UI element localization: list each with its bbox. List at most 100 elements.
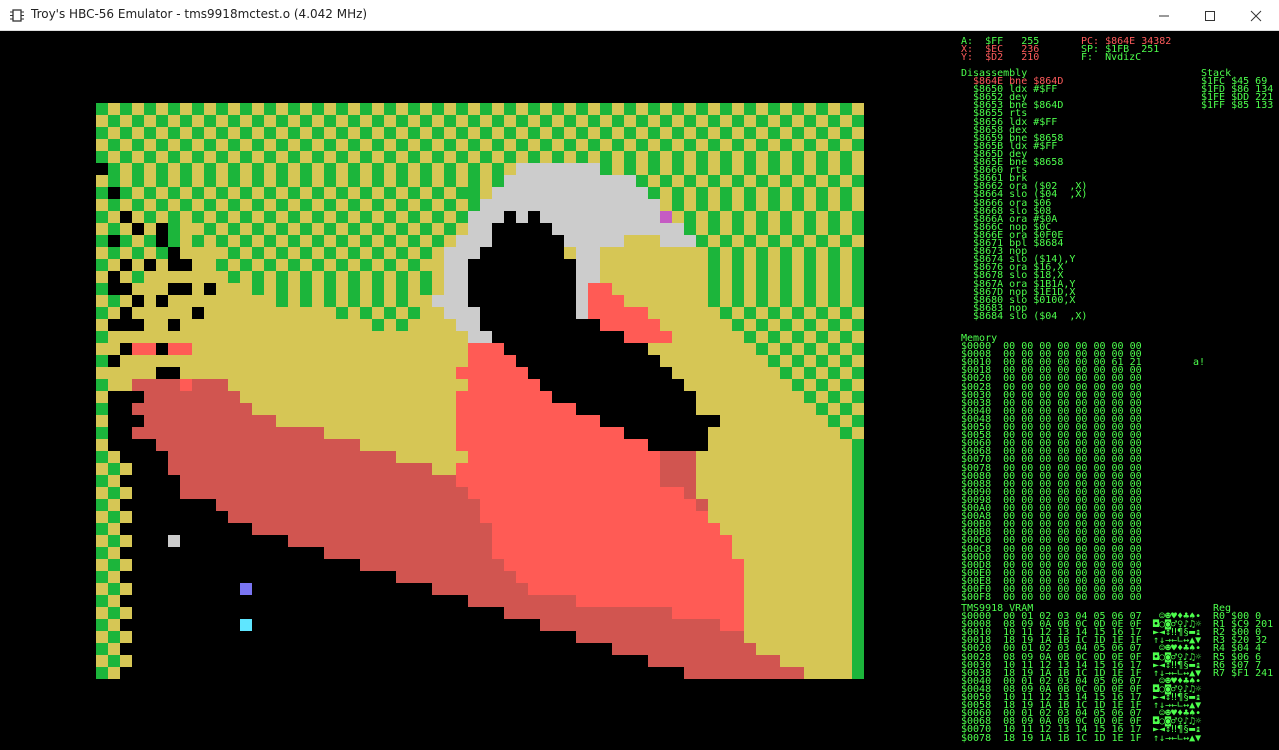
screen-block [156, 631, 168, 643]
screen-block [612, 439, 624, 451]
screen-block [576, 151, 588, 163]
screen-block [288, 199, 300, 211]
screen-block [288, 499, 300, 511]
screen-block [252, 571, 264, 583]
screen-block [132, 163, 144, 175]
tms9918-display[interactable] [96, 103, 864, 679]
screen-block [336, 463, 348, 475]
screen-block [732, 475, 744, 487]
screen-block [120, 199, 132, 211]
screen-block [204, 439, 216, 451]
screen-block [600, 523, 612, 535]
screen-block [132, 571, 144, 583]
screen-block [504, 619, 516, 631]
screen-block [612, 127, 624, 139]
screen-block [264, 475, 276, 487]
screen-block [660, 355, 672, 367]
screen-block [684, 307, 696, 319]
screen-block [108, 415, 120, 427]
screen-block [348, 547, 360, 559]
screen-block [600, 511, 612, 523]
maximize-button[interactable] [1187, 0, 1233, 31]
screen-block [696, 343, 708, 355]
screen-block [120, 139, 132, 151]
screen-block [252, 643, 264, 655]
screen-block [648, 487, 660, 499]
screen-block [204, 103, 216, 115]
screen-block [108, 211, 120, 223]
screen-block [360, 115, 372, 127]
screen-block [576, 307, 588, 319]
screen-block [444, 463, 456, 475]
screen-block [312, 355, 324, 367]
screen-block [708, 319, 720, 331]
screen-block [708, 283, 720, 295]
screen-block [192, 295, 204, 307]
screen-block [444, 355, 456, 367]
screen-block [720, 391, 732, 403]
screen-block [648, 415, 660, 427]
screen-block [360, 331, 372, 343]
screen-block [192, 643, 204, 655]
screen-block [564, 547, 576, 559]
screen-block [708, 547, 720, 559]
screen-block [828, 655, 840, 667]
screen-block [156, 403, 168, 415]
screen-block [156, 451, 168, 463]
screen-block [228, 463, 240, 475]
screen-block [480, 247, 492, 259]
screen-block [120, 319, 132, 331]
screen-block [552, 247, 564, 259]
screen-block [96, 307, 108, 319]
screen-block [552, 331, 564, 343]
screen-block [456, 667, 468, 679]
screen-block [192, 307, 204, 319]
screen-block [312, 283, 324, 295]
screen-block [816, 619, 828, 631]
screen-block [132, 607, 144, 619]
screen-block [732, 355, 744, 367]
screen-block [648, 259, 660, 271]
screen-block [120, 283, 132, 295]
screen-block [756, 415, 768, 427]
screen-block [480, 259, 492, 271]
screen-block [720, 151, 732, 163]
screen-block [600, 571, 612, 583]
screen-block [384, 415, 396, 427]
screen-block [480, 535, 492, 547]
screen-block [732, 127, 744, 139]
screen-block [252, 223, 264, 235]
screen-block [96, 463, 108, 475]
screen-block [504, 415, 516, 427]
screen-block [612, 271, 624, 283]
screen-block [828, 199, 840, 211]
close-button[interactable] [1233, 0, 1279, 31]
screen-block [576, 475, 588, 487]
screen-block [348, 535, 360, 547]
window-titlebar[interactable]: Troy's HBC-56 Emulator - tms9918mctest.o… [0, 0, 1279, 31]
screen-block [804, 403, 816, 415]
screen-block [120, 403, 132, 415]
screen-block [288, 547, 300, 559]
screen-block [576, 187, 588, 199]
screen-block [672, 415, 684, 427]
screen-block [744, 259, 756, 271]
screen-block [288, 631, 300, 643]
screen-block [120, 355, 132, 367]
screen-block [708, 235, 720, 247]
screen-block [588, 451, 600, 463]
minimize-button[interactable] [1141, 0, 1187, 31]
screen-block [396, 559, 408, 571]
screen-block [252, 295, 264, 307]
screen-block [336, 139, 348, 151]
screen-block [360, 247, 372, 259]
screen-block [852, 631, 864, 643]
screen-block [288, 127, 300, 139]
screen-block [636, 583, 648, 595]
screen-block [336, 643, 348, 655]
screen-block [732, 451, 744, 463]
screen-block [192, 283, 204, 295]
screen-block [708, 367, 720, 379]
screen-block [696, 319, 708, 331]
screen-block [696, 235, 708, 247]
